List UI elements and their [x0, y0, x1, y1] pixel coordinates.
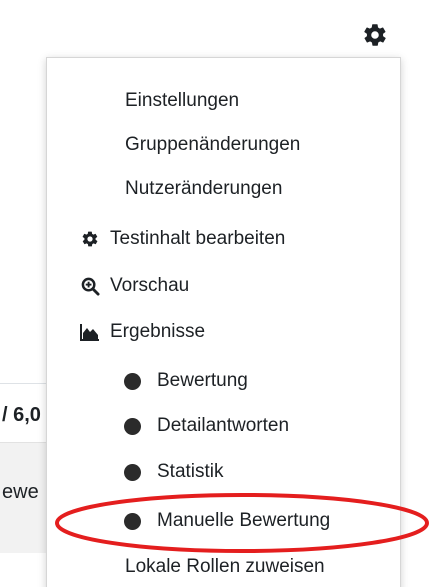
menu-item-statistik[interactable]: Statistik	[47, 449, 433, 495]
page: / 6,0 ewe Einstellungen Gruppenänderunge…	[0, 0, 433, 587]
menu-item-label: Detailantworten	[157, 415, 290, 436]
settings-dropdown-menu: Einstellungen Gruppenänderungen Nutzerän…	[46, 57, 401, 587]
bullet-icon	[124, 512, 141, 530]
menu-item-label: Lokale Rollen zuweisen	[125, 556, 325, 577]
settings-gear-button[interactable]	[360, 20, 390, 50]
menu-item-detailantworten[interactable]: Detailantworten	[47, 403, 433, 449]
menu-item-label: Einstellungen	[125, 90, 240, 111]
menu-item-label: Manuelle Bewertung	[157, 510, 331, 531]
gear-icon	[364, 24, 386, 46]
menu-item-gruppenaenderungen[interactable]: Gruppenänderungen	[47, 122, 433, 168]
menu-item-nutzeraenderungen[interactable]: Nutzeränderungen	[47, 166, 433, 212]
menu-item-testinhalt-bearbeiten[interactable]: Testinhalt bearbeiten	[47, 216, 433, 262]
gear-icon	[80, 229, 100, 249]
menu-item-label: Bewertung	[157, 370, 248, 391]
menu-item-ergebnisse[interactable]: Ergebnisse	[47, 309, 433, 355]
menu-item-label: Vorschau	[110, 275, 190, 296]
area-chart-icon	[80, 322, 100, 342]
menu-item-vorschau[interactable]: Vorschau	[47, 263, 433, 309]
menu-item-label: Testinhalt bearbeiten	[110, 228, 286, 249]
menu-item-label: Ergebnisse	[110, 321, 206, 342]
bullet-icon	[124, 372, 141, 390]
menu-item-manuelle-bewertung[interactable]: Manuelle Bewertung	[47, 498, 433, 544]
bullet-icon	[124, 463, 141, 481]
menu-item-einstellungen[interactable]: Einstellungen	[47, 78, 433, 124]
menu-item-label: Statistik	[157, 461, 224, 482]
menu-item-lokale-rollen-zuweisen[interactable]: Lokale Rollen zuweisen	[47, 544, 433, 587]
menu-item-label: Gruppenänderungen	[125, 134, 301, 155]
zoom-in-icon	[80, 276, 100, 296]
bullet-icon	[124, 417, 141, 435]
menu-item-bewertung[interactable]: Bewertung	[47, 358, 433, 404]
menu-item-label: Nutzeränderungen	[125, 178, 283, 199]
